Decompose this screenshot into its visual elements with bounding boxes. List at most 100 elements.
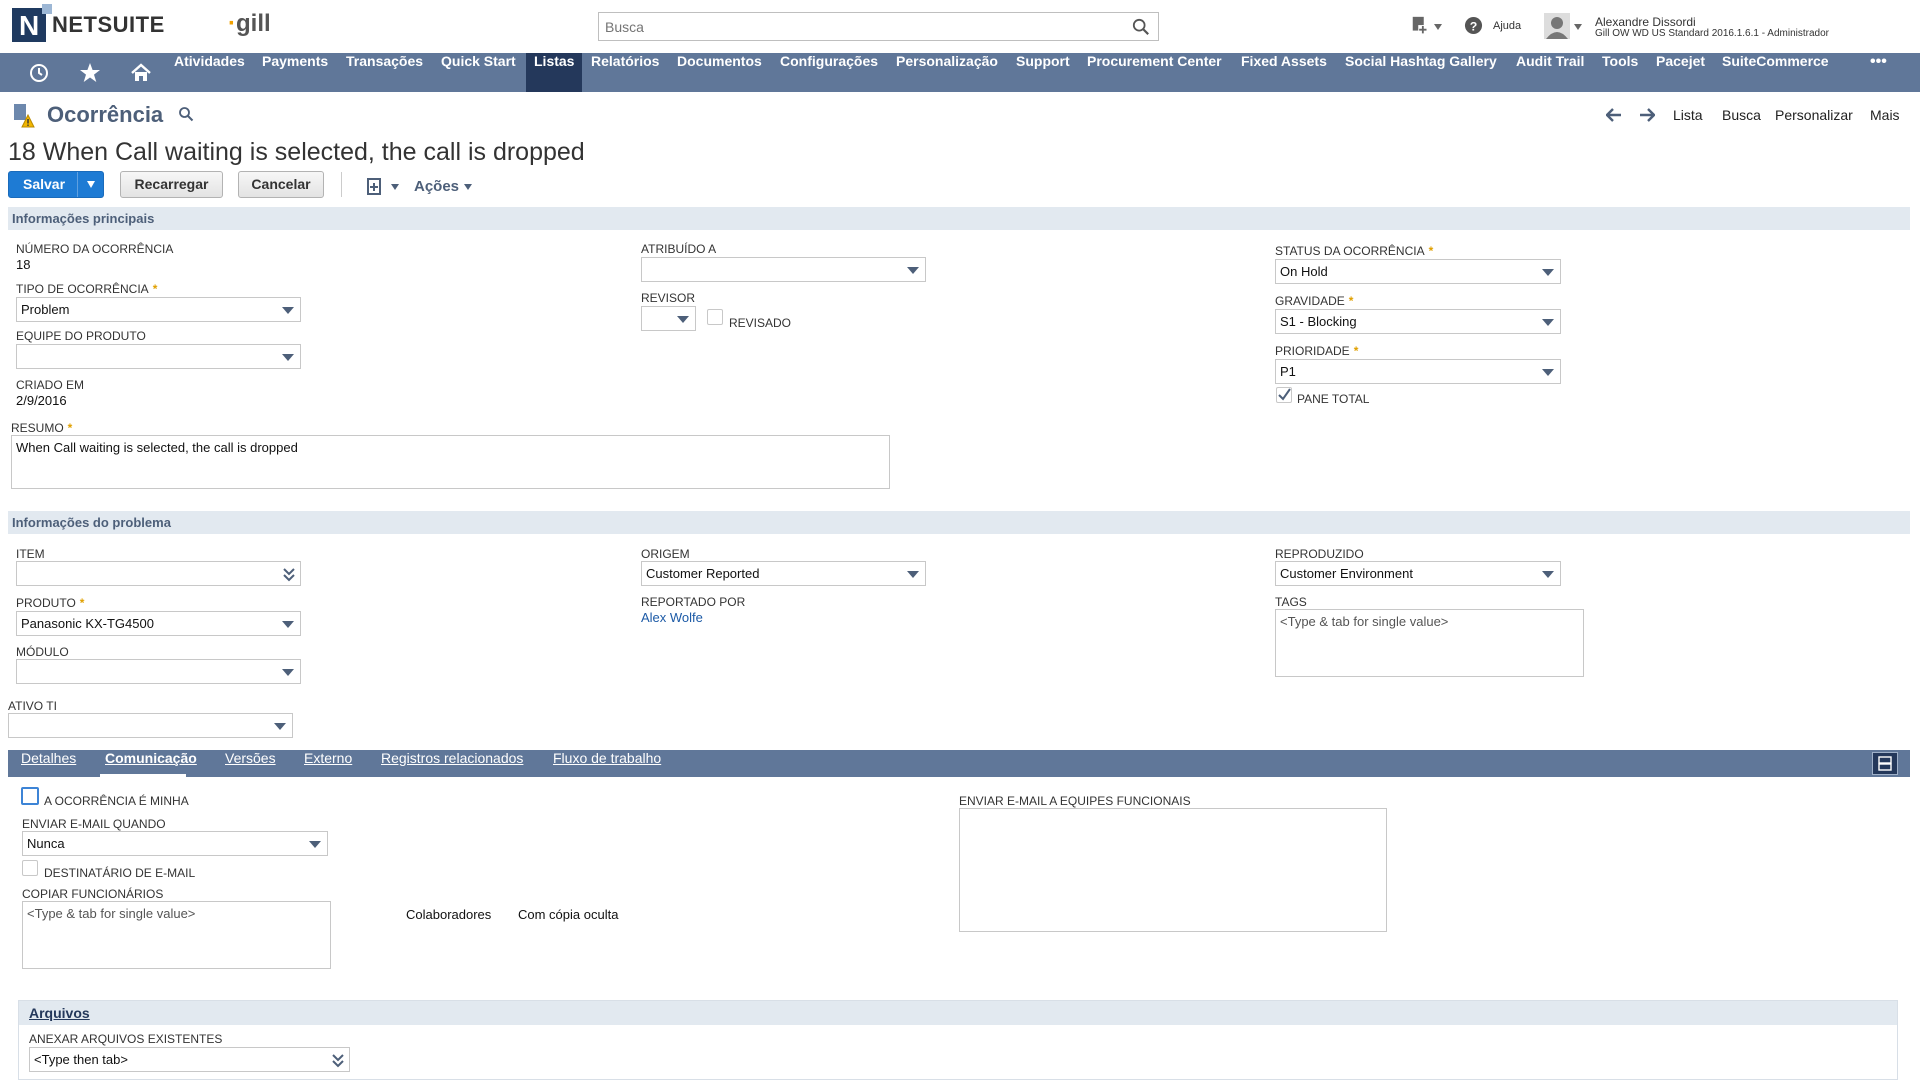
required-marker: * xyxy=(1348,294,1354,308)
customize-link[interactable]: Personalizar xyxy=(1775,107,1853,123)
summary-textarea[interactable]: When Call waiting is selected, the call … xyxy=(11,435,890,489)
help-icon[interactable]: ? xyxy=(1464,16,1483,35)
layout-toggle-button[interactable] xyxy=(1872,752,1898,775)
nav-payments[interactable]: Payments xyxy=(254,53,336,92)
tab-detalhes[interactable]: Detalhes xyxy=(21,750,76,777)
list-link[interactable]: Lista xyxy=(1673,107,1703,123)
chevron-down-icon xyxy=(1542,369,1554,376)
severity-select[interactable]: S1 - Blocking xyxy=(1275,309,1561,334)
send-email-when-select[interactable]: Nunca xyxy=(22,831,328,856)
nav-configuracoes[interactable]: Configurações xyxy=(772,53,886,92)
nav-listas[interactable]: Listas xyxy=(526,53,583,92)
email-recipient-label: DESTINATÁRIO DE E-MAIL xyxy=(44,866,196,880)
product-label-text: PRODUTO xyxy=(16,596,76,610)
chevron-down-icon xyxy=(282,669,294,676)
tags-textarea[interactable]: <Type & tab for single value> xyxy=(1275,609,1584,677)
actions-menu[interactable]: Ações xyxy=(414,178,459,195)
nav-atividades[interactable]: Atividades xyxy=(166,53,253,92)
nav-tools[interactable]: Tools xyxy=(1594,53,1646,92)
tab-externo[interactable]: Externo xyxy=(304,750,352,777)
chevron-down-icon[interactable] xyxy=(391,184,399,190)
origin-select[interactable]: Customer Reported xyxy=(641,561,926,586)
files-header[interactable]: Arquivos xyxy=(19,1001,1897,1025)
nav-support[interactable]: Support xyxy=(1008,53,1078,92)
nav-transacoes[interactable]: Transações xyxy=(338,53,431,92)
new-document-icon[interactable] xyxy=(365,176,387,198)
favorites-star-icon[interactable] xyxy=(79,62,101,84)
netsuite-logo-icon[interactable] xyxy=(12,4,52,42)
issue-type-select[interactable]: Problem xyxy=(16,297,301,322)
user-role[interactable]: Gill OW WD US Standard 2016.1.6.1 - Admi… xyxy=(1595,28,1829,39)
issue-status-select[interactable]: On Hold xyxy=(1275,259,1561,284)
company-logo[interactable]: ·gill xyxy=(228,10,271,38)
issue-number-label: NÚMERO DA OCORRÊNCIA xyxy=(16,242,174,256)
chevron-down-icon[interactable] xyxy=(1574,24,1582,30)
user-name[interactable]: Alexandre Dissordi xyxy=(1595,15,1696,29)
search-icon[interactable] xyxy=(178,106,194,122)
reviewer-select[interactable] xyxy=(641,306,696,331)
nav-social-hashtag-gallery[interactable]: Social Hashtag Gallery xyxy=(1337,53,1505,92)
help-link[interactable]: Ajuda xyxy=(1493,20,1521,32)
save-button-label: Salvar xyxy=(23,176,66,192)
chevron-down-icon[interactable] xyxy=(1434,24,1442,30)
module-select[interactable] xyxy=(16,659,301,684)
issue-type-label: TIPO DE OCORRÊNCIA * xyxy=(16,282,157,296)
tab-registros-relacionados[interactable]: Registros relacionados xyxy=(381,750,523,777)
chevron-down-icon[interactable] xyxy=(464,184,472,190)
nav-documentos[interactable]: Documentos xyxy=(669,53,770,92)
arrow-left-icon[interactable] xyxy=(1606,108,1622,122)
nav-personalizacao[interactable]: Personalização xyxy=(888,53,1006,92)
nav-procurement-center[interactable]: Procurement Center xyxy=(1079,53,1230,92)
email-functional-teams-list[interactable] xyxy=(959,808,1387,932)
recent-records-icon[interactable] xyxy=(28,62,50,84)
product-select[interactable]: Panasonic KX-TG4500 xyxy=(16,611,301,636)
cancel-button[interactable]: Cancelar xyxy=(238,171,324,198)
product-team-select[interactable] xyxy=(16,344,301,369)
reproduced-select[interactable]: Customer Environment xyxy=(1275,561,1561,586)
it-asset-select[interactable] xyxy=(8,713,293,738)
search-link[interactable]: Busca xyxy=(1722,107,1761,123)
home-icon[interactable] xyxy=(130,62,152,84)
origin-value: Customer Reported xyxy=(646,566,760,581)
nav-relatorios[interactable]: Relatórios xyxy=(583,53,667,92)
issue-is-mine-checkbox[interactable] xyxy=(21,787,39,805)
nav-pacejet[interactable]: Pacejet xyxy=(1648,53,1713,92)
nav-suitecommerce[interactable]: SuiteCommerce xyxy=(1714,53,1837,92)
arrow-right-icon[interactable] xyxy=(1639,108,1655,122)
user-avatar-icon[interactable] xyxy=(1544,13,1570,39)
save-options-dropdown[interactable] xyxy=(77,172,103,197)
tab-fluxo-de-trabalho[interactable]: Fluxo de trabalho xyxy=(553,750,661,777)
item-select[interactable] xyxy=(16,561,301,586)
reviewed-label: REVISADO xyxy=(729,316,792,330)
reported-by-link[interactable]: Alex Wolfe xyxy=(641,610,703,625)
tab-versoes[interactable]: Versões xyxy=(225,750,276,777)
priority-select[interactable]: P1 xyxy=(1275,359,1561,384)
global-search[interactable] xyxy=(598,12,1159,41)
netsuite-logo-text[interactable]: NETSUITE xyxy=(52,12,165,38)
chevron-down-icon xyxy=(907,571,919,578)
problem-info-header: Informações do problema xyxy=(8,511,1910,534)
attach-files-select[interactable]: <Type then tab> xyxy=(29,1047,350,1072)
chevron-down-icon xyxy=(282,354,294,361)
nav-more-menu[interactable]: ••• xyxy=(1862,53,1895,92)
copy-employees-textarea[interactable]: <Type & tab for single value> xyxy=(22,901,331,969)
nav-fixed-assets[interactable]: Fixed Assets xyxy=(1233,53,1335,92)
nav-audit-trail[interactable]: Audit Trail xyxy=(1508,53,1592,92)
save-button[interactable]: Salvar xyxy=(8,171,104,198)
total-outage-checkbox[interactable] xyxy=(1276,387,1292,403)
create-new-icon[interactable] xyxy=(1410,15,1432,37)
search-input[interactable] xyxy=(599,13,1119,40)
search-icon[interactable] xyxy=(1132,18,1150,36)
product-value: Panasonic KX-TG4500 xyxy=(21,616,154,631)
email-recipient-checkbox[interactable] xyxy=(22,860,38,876)
nav-quick-start[interactable]: Quick Start xyxy=(433,53,524,92)
copy-employees-label: COPIAR FUNCIONÁRIOS xyxy=(22,887,164,901)
reload-button[interactable]: Recarregar xyxy=(120,171,223,198)
reviewed-checkbox[interactable] xyxy=(707,309,723,325)
severity-label-text: GRAVIDADE xyxy=(1275,294,1345,308)
chevron-down-icon xyxy=(309,841,321,848)
assigned-to-select[interactable] xyxy=(641,257,926,282)
tab-comunicacao[interactable]: Comunicação xyxy=(105,750,197,777)
reviewer-label: REVISOR xyxy=(641,291,696,305)
more-link[interactable]: Mais xyxy=(1870,107,1900,123)
